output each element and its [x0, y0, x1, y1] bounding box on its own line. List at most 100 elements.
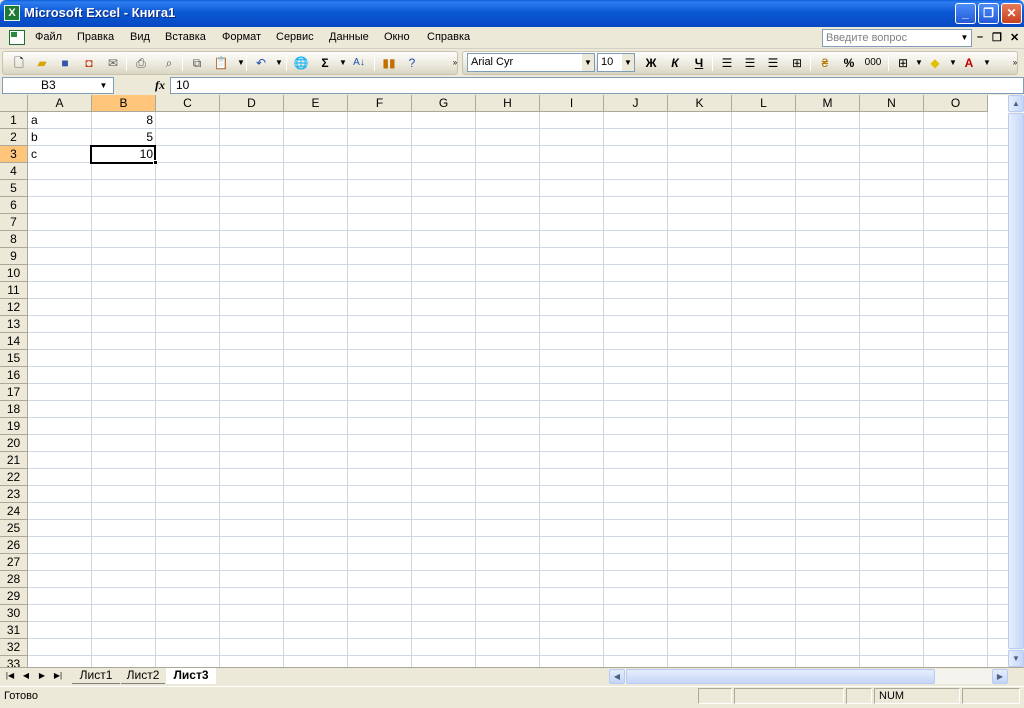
menu-insert[interactable]: Вставка	[165, 31, 206, 43]
scroll-up-icon[interactable]: ▲	[1008, 95, 1024, 112]
percent-button[interactable]: %	[840, 54, 858, 72]
row-header-8[interactable]: 8	[0, 231, 28, 248]
vertical-scroll-thumb[interactable]	[1008, 113, 1024, 649]
last-sheet-icon[interactable]: ▶|	[51, 669, 65, 683]
vertical-scrollbar[interactable]: ▲ ▼	[1008, 95, 1024, 667]
cell-a3[interactable]: c	[28, 146, 92, 163]
column-header-g[interactable]: G	[412, 95, 476, 112]
first-sheet-icon[interactable]: |◀	[3, 669, 17, 683]
toolbar-options-icon[interactable]: »	[446, 54, 464, 72]
row-header-16[interactable]: 16	[0, 367, 28, 384]
row-header-21[interactable]: 21	[0, 452, 28, 469]
column-header-f[interactable]: F	[348, 95, 412, 112]
row-header-13[interactable]: 13	[0, 316, 28, 333]
menu-edit[interactable]: Правка	[77, 31, 114, 43]
merge-center-icon[interactable]: ⊞	[788, 54, 806, 72]
underline-button[interactable]: Ч	[690, 54, 708, 72]
row-header-14[interactable]: 14	[0, 333, 28, 350]
paste-dropdown-icon[interactable]: ▼	[232, 54, 250, 72]
hyperlink-icon[interactable]: 🌐	[292, 54, 310, 72]
undo-icon[interactable]: ↶	[252, 54, 270, 72]
column-header-h[interactable]: H	[476, 95, 540, 112]
paste-icon[interactable]: 📋	[212, 54, 230, 72]
help-question-input[interactable]: Введите вопрос	[822, 29, 972, 47]
font-color-icon[interactable]: A	[960, 54, 978, 72]
row-header-25[interactable]: 25	[0, 520, 28, 537]
menu-window[interactable]: Окно	[384, 31, 410, 43]
row-header-31[interactable]: 31	[0, 622, 28, 639]
formula-input[interactable]: 10	[170, 77, 1024, 94]
autosum-icon[interactable]: Σ	[316, 54, 334, 72]
font-size-select[interactable]: 10 ▼	[597, 53, 635, 72]
align-left-icon[interactable]: ☰	[718, 54, 736, 72]
print-icon[interactable]: ⎙	[132, 54, 150, 72]
copy-icon[interactable]: ⧉	[188, 54, 206, 72]
toolbar2-options-icon[interactable]: »	[1006, 54, 1024, 72]
menu-file[interactable]: Файл	[35, 31, 62, 43]
row-header-7[interactable]: 7	[0, 214, 28, 231]
worksheet-grid[interactable]: ABCDEFGHIJKLMNO 1 2 3 4 5 6 7 8 9 10 11 12 13 14 15 16 1…	[0, 95, 1008, 667]
row-header-28[interactable]: 28	[0, 571, 28, 588]
doc-restore-button[interactable]: ❐	[992, 31, 1002, 44]
column-header-d[interactable]: D	[220, 95, 284, 112]
row-header-4[interactable]: 4	[0, 163, 28, 180]
row-header-27[interactable]: 27	[0, 554, 28, 571]
align-right-icon[interactable]: ☰	[764, 54, 782, 72]
row-header-1[interactable]: 1	[0, 112, 28, 129]
minimize-button[interactable]: _	[955, 3, 976, 24]
menu-format[interactable]: Формат	[222, 31, 261, 43]
font-name-select[interactable]: Arial Cyr ▼	[467, 53, 595, 72]
row-header-9[interactable]: 9	[0, 248, 28, 265]
menu-data[interactable]: Данные	[329, 31, 369, 43]
print-preview-icon[interactable]: ⌕	[160, 54, 178, 72]
cell-area[interactable]: a 8 b 5 c 10	[28, 112, 1008, 667]
select-all-corner[interactable]	[0, 95, 28, 112]
scroll-right-icon[interactable]: ▶	[992, 669, 1008, 684]
doc-close-button[interactable]: ✕	[1010, 31, 1019, 44]
close-button[interactable]: ✕	[1001, 3, 1022, 24]
row-header-30[interactable]: 30	[0, 605, 28, 622]
horizontal-scroll-thumb[interactable]	[626, 669, 935, 684]
sheet-tab-2[interactable]: Лист2	[121, 668, 165, 684]
currency-icon[interactable]: ₴	[816, 54, 834, 72]
menu-help[interactable]: Справка	[427, 31, 470, 43]
row-header-29[interactable]: 29	[0, 588, 28, 605]
column-header-a[interactable]: A	[28, 95, 92, 112]
align-center-icon[interactable]: ☰	[741, 54, 759, 72]
maximize-button[interactable]: ❐	[978, 3, 999, 24]
column-header-k[interactable]: K	[668, 95, 732, 112]
font-size-dropdown-icon[interactable]: ▼	[622, 54, 634, 71]
row-header-12[interactable]: 12	[0, 299, 28, 316]
scroll-left-icon[interactable]: ◀	[609, 669, 625, 684]
row-header-33[interactable]: 33	[0, 656, 28, 667]
open-icon[interactable]: ▰	[33, 54, 51, 72]
sheet-tab-1[interactable]: Лист1	[72, 668, 120, 684]
prev-sheet-icon[interactable]: ◀	[19, 669, 33, 683]
row-header-32[interactable]: 32	[0, 639, 28, 656]
chart-icon[interactable]: ▮▮	[380, 54, 398, 72]
horizontal-scrollbar[interactable]: ◀ ▶	[609, 669, 1008, 684]
row-header-2[interactable]: 2	[0, 129, 28, 146]
column-header-b[interactable]: B	[92, 95, 156, 112]
row-header-20[interactable]: 20	[0, 435, 28, 452]
menu-tools[interactable]: Сервис	[276, 31, 314, 43]
row-header-23[interactable]: 23	[0, 486, 28, 503]
row-header-11[interactable]: 11	[0, 282, 28, 299]
menu-view[interactable]: Вид	[130, 31, 150, 43]
new-icon[interactable]: 🗋	[10, 54, 28, 72]
help-icon[interactable]: ?	[403, 54, 421, 72]
thousands-button[interactable]: 000	[862, 54, 884, 72]
save-icon[interactable]: ■	[56, 54, 74, 72]
column-header-e[interactable]: E	[284, 95, 348, 112]
column-header-o[interactable]: O	[924, 95, 988, 112]
row-header-18[interactable]: 18	[0, 401, 28, 418]
row-header-22[interactable]: 22	[0, 469, 28, 486]
sort-icon[interactable]: A↓	[350, 54, 368, 72]
row-header-3[interactable]: 3	[0, 146, 28, 163]
row-header-26[interactable]: 26	[0, 537, 28, 554]
cell-b2[interactable]: 5	[92, 129, 156, 146]
fill-handle[interactable]	[153, 160, 158, 165]
column-header-l[interactable]: L	[732, 95, 796, 112]
column-header-j[interactable]: J	[604, 95, 668, 112]
row-header-10[interactable]: 10	[0, 265, 28, 282]
